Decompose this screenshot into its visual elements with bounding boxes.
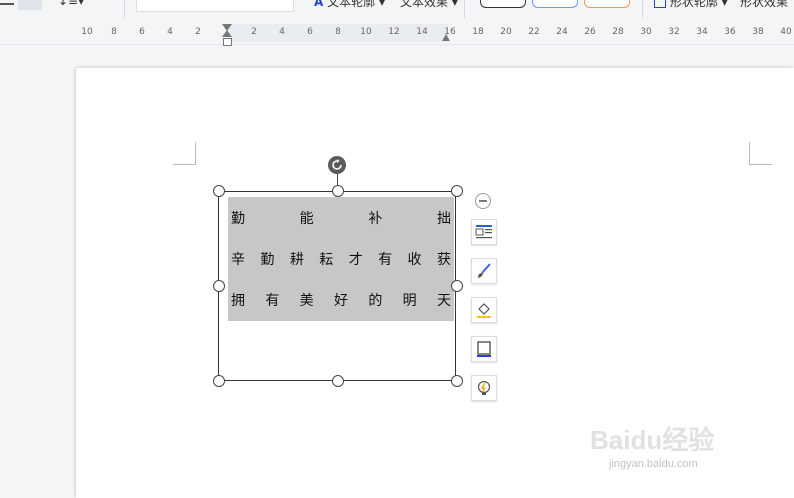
char: 有 [265,293,280,309]
fill-icon [477,303,491,318]
ruler-tick-label: 22 [528,27,540,37]
smart-tip-icon [477,380,491,395]
watermark-url: jingyan.baidu.com [609,458,698,470]
left-indent-marker[interactable] [223,38,232,46]
layout-options-icon [475,225,492,239]
char: 辛 [231,252,245,268]
fill-button[interactable] [471,297,497,323]
shape-style-orange[interactable] [584,0,630,8]
ruler-tick-label: 8 [111,27,117,37]
char: 获 [436,252,451,268]
smart-tip-button[interactable] [471,375,497,401]
ruler-tick-label: 34 [696,27,708,37]
textbox-line-1[interactable]: 勤 能 补 拙 [228,208,454,228]
ruler-tick-label: 6 [139,27,145,37]
margin-corner-top-right [749,142,772,165]
ruler-tick-label: 32 [668,27,680,37]
ruler-tick-label: 4 [279,27,285,37]
line-spacing-icon[interactable]: ↕≡▾ [58,0,84,8]
right-indent-marker[interactable] [442,34,450,41]
ruler-tick-label: 26 [584,27,596,37]
ruler-tick-label: 28 [612,27,624,37]
char: 耕 [289,252,304,268]
ribbon-toolbar: ↕≡▾ A 文本轮廓 ▾ 文本效果 ▾ 形状轮廓 ▾ 形状效果 [0,0,794,23]
char: 天 [436,293,451,309]
shape-outline-button[interactable]: 形状轮廓 ▾ [654,0,728,10]
resize-handle-right[interactable] [451,280,463,292]
ruler-tick-label: 20 [500,27,512,37]
ruler-tick-label: 4 [167,27,173,37]
resize-handle-bottom-left[interactable] [213,375,225,387]
ruler-tick-label: 24 [556,27,568,37]
resize-handle-top[interactable] [332,185,344,197]
text-effect-button[interactable]: 文本效果 ▾ [400,0,458,10]
ruler-tick-label: 36 [724,27,736,37]
resize-handle-top-left[interactable] [213,185,225,197]
char: 的 [368,293,383,309]
margin-corner-top-left [173,142,196,165]
resize-handle-left[interactable] [213,280,225,292]
char: 有 [378,252,393,268]
hanging-indent-marker[interactable] [222,30,232,37]
ruler-tick-label: 8 [335,27,341,37]
char: 勤 [260,252,275,268]
text-outline-icon: A [314,0,324,9]
shape-style-blue[interactable] [532,0,578,8]
rotate-icon [332,159,342,170]
brush-icon [478,263,491,278]
char: 收 [407,252,422,268]
textbox-line-3[interactable]: 拥 有 美 好 的 明 天 [228,290,454,310]
shape-effect-button[interactable]: 形状效果 [740,0,788,10]
ruler-tick-label: 12 [388,27,400,37]
ruler-tick-label: 14 [416,27,428,37]
shape-style-dark[interactable] [480,0,526,8]
char: 能 [299,211,314,227]
char: 才 [348,252,363,268]
char: 明 [402,293,417,309]
style-preview-box[interactable] [136,0,294,12]
ruler-tick-label: 18 [472,27,484,37]
ruler-tick-label: 38 [752,27,764,37]
char: 美 [299,293,314,309]
ruler-tick-label: 2 [251,27,257,37]
ruler-tick-label: 6 [307,27,313,37]
ruler-tick-label: 10 [360,27,372,37]
ruler-tick-label: 30 [640,27,652,37]
resize-handle-bottom[interactable] [332,375,344,387]
horizontal-ruler[interactable]: 10 8 6 4 2 2 4 6 8 10 12 14 16 18 20 22 24 26 28 30 32 34 36 38… [0,22,794,45]
distribute-align-icon[interactable] [18,0,42,10]
text-outline-button[interactable]: A 文本轮廓 ▾ [314,0,385,10]
format-brush-button[interactable] [471,258,497,284]
resize-handle-bottom-right[interactable] [451,375,463,387]
rotate-handle[interactable] [328,156,346,174]
char: 勤 [231,211,245,227]
char: 好 [333,293,348,309]
ruler-tick-label: 10 [81,27,93,37]
ruler-tick-label: 2 [195,27,201,37]
char: 拙 [436,211,451,227]
ruler-tick-label: 40 [780,27,792,37]
resize-handle-top-right[interactable] [451,185,463,197]
char: 耘 [319,252,334,268]
textbox-line-2[interactable]: 辛 勤 耕 耘 才 有 收 获 [228,249,454,269]
char: 补 [368,211,383,227]
shape-outline-icon [654,0,666,8]
char: 拥 [231,293,245,309]
layout-options-button[interactable] [471,219,497,245]
watermark-brand: Baidu经验 [590,425,715,455]
border-icon [477,341,491,357]
collapse-toolbar-button[interactable] [475,193,491,209]
paragraph-align-icon[interactable] [0,0,14,5]
border-button[interactable] [471,336,497,362]
